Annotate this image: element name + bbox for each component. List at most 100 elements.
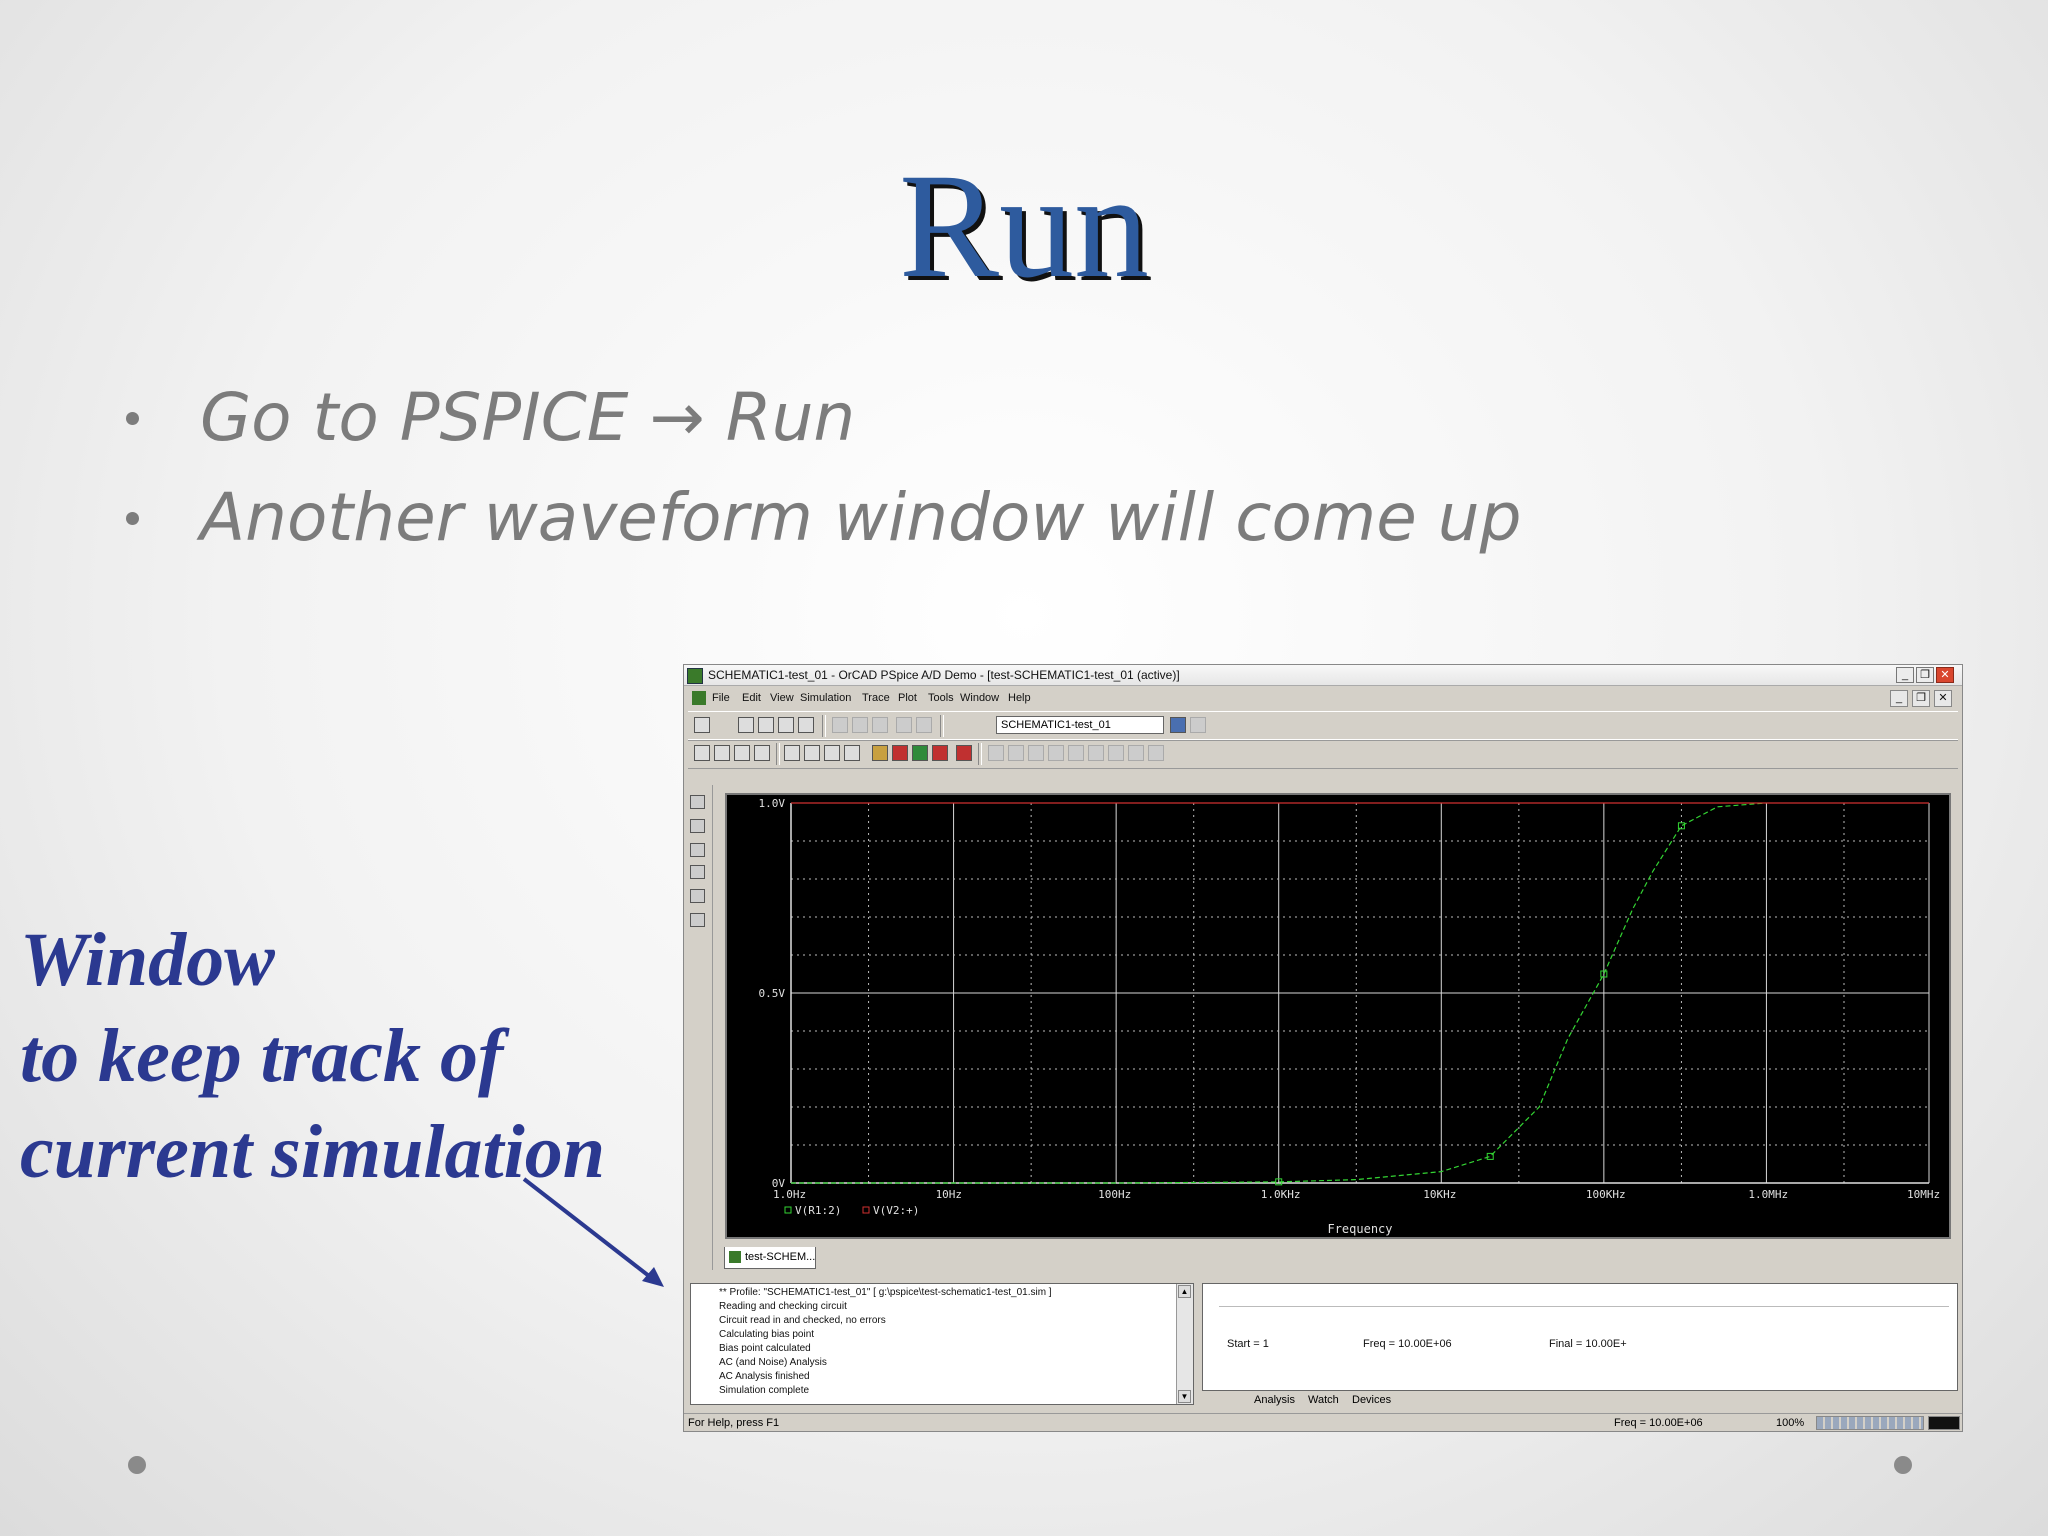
status-help: For Help, press F1 (688, 1417, 780, 1429)
pspice-app-icon (687, 668, 703, 684)
output-window: ** Profile: "SCHEMATIC1-test_01" [ g:\ps… (690, 1283, 1194, 1405)
sim-freq: Freq = 10.00E+06 (1363, 1338, 1452, 1350)
menu-edit[interactable]: Edit (742, 686, 761, 710)
legend-entry: V(V2:+) (873, 1204, 919, 1217)
callout-line: to keep track of (20, 1014, 504, 1098)
callout-line: Window (20, 918, 275, 1002)
scroll-down-icon[interactable]: ▼ (1178, 1390, 1191, 1403)
log-x-axis-icon[interactable] (784, 745, 800, 761)
menu-help[interactable]: Help (1008, 686, 1031, 710)
sidebar-tool-icon[interactable] (690, 819, 705, 833)
plot-label-icon[interactable] (932, 745, 948, 761)
zoom-in-icon[interactable] (694, 745, 710, 761)
doc-restore-button[interactable]: ❐ (1912, 690, 1930, 707)
zoom-fit-icon[interactable] (754, 745, 770, 761)
sidebar-tool-icon[interactable] (690, 913, 705, 927)
y-tick-label: 0V (772, 1177, 786, 1190)
slide-corner-dot-icon (1894, 1456, 1912, 1474)
schematic-tab-icon (729, 1251, 741, 1263)
menu-view[interactable]: View (770, 686, 794, 710)
x-tick-label: 1.0MHz (1748, 1188, 1788, 1201)
cursor-search-icon[interactable] (1108, 745, 1124, 761)
copy-icon[interactable] (852, 717, 868, 733)
scroll-up-icon[interactable]: ▲ (1178, 1285, 1191, 1298)
run-icon[interactable] (1170, 717, 1186, 733)
toggle-cursor-icon[interactable] (892, 745, 908, 761)
waveform-plot[interactable]: 1.0Hz 10Hz 100Hz 1.0KHz 10KHz 100KHz 1.0MHz 10M… (725, 793, 1951, 1239)
window-titlebar: SCHEMATIC1-test_01 - OrCAD PSpice A/D De… (684, 665, 1962, 686)
sidebar-tool-icon[interactable] (690, 889, 705, 903)
zoom-out-icon[interactable] (714, 745, 730, 761)
menu-tools[interactable]: Tools (928, 686, 954, 710)
sidebar-tool-icon[interactable] (690, 865, 705, 879)
sim-status-header (1219, 1292, 1949, 1307)
minimize-button[interactable]: _ (1896, 667, 1914, 683)
eval-measurement-icon[interactable] (872, 745, 888, 761)
restore-button[interactable]: ❐ (1916, 667, 1934, 683)
status-percent: 100% (1776, 1417, 1805, 1429)
doc-minimize-button[interactable]: _ (1890, 690, 1908, 707)
menu-file[interactable]: File (712, 686, 730, 710)
x-tick-label: 10MHz (1907, 1188, 1940, 1201)
left-toolbar (684, 785, 713, 1270)
sidebar-tool-icon[interactable] (690, 795, 705, 809)
profile-select[interactable]: SCHEMATIC1-test_01 (996, 716, 1164, 734)
waveform-status-icon (1928, 1416, 1960, 1430)
bullet-list: Go to PSPICE → Run Another waveform wind… (120, 368, 1522, 568)
x-axis-label: Frequency (1327, 1222, 1392, 1236)
pause-icon[interactable] (1190, 717, 1206, 733)
cursor-max-icon[interactable] (1068, 745, 1084, 761)
toolbar-plot (688, 739, 1958, 769)
slide-title: Run (898, 143, 1150, 309)
tab-analysis[interactable]: Analysis (1254, 1391, 1295, 1409)
callout-line: current simulation (20, 1110, 605, 1194)
paste-icon[interactable] (872, 717, 888, 733)
output-line: Bias point calculated (719, 1343, 811, 1354)
cursor-trough-icon[interactable] (1008, 745, 1024, 761)
save-icon[interactable] (778, 717, 794, 733)
undo-icon[interactable] (896, 717, 912, 733)
cut-icon[interactable] (832, 717, 848, 733)
mark-label-icon[interactable] (956, 745, 972, 761)
menu-trace[interactable]: Trace (862, 686, 890, 710)
close-button[interactable]: ✕ (1936, 667, 1954, 683)
x-tick-label: 1.0KHz (1261, 1188, 1301, 1201)
x-tick-label: 100Hz (1098, 1188, 1131, 1201)
output-line: Calculating bias point (719, 1329, 815, 1340)
new-icon[interactable] (694, 717, 710, 733)
redo-icon[interactable] (916, 717, 932, 733)
y-tick-label: 0.5V (759, 987, 786, 1000)
tab-test-schematic[interactable]: test-SCHEM... (724, 1247, 816, 1269)
status-freq: Freq = 10.00E+06 (1614, 1417, 1703, 1429)
tab-watch[interactable]: Watch (1308, 1391, 1339, 1409)
zoom-area-icon[interactable] (734, 745, 750, 761)
menu-simulation[interactable]: Simulation (800, 686, 851, 710)
open-icon[interactable] (738, 717, 754, 733)
output-line: AC (and Noise) Analysis (719, 1357, 827, 1368)
sidebar-tool-icon[interactable] (690, 843, 705, 857)
tab-label: test-SCHEM... (745, 1251, 816, 1263)
output-scrollbar[interactable]: ▲ ▼ (1176, 1284, 1193, 1404)
document-menu-icon[interactable] (692, 691, 706, 705)
previous-transition-icon[interactable] (1148, 745, 1164, 761)
output-line: ** Profile: "SCHEMATIC1-test_01" [ g:\ps… (719, 1287, 1052, 1298)
menu-window[interactable]: Window (960, 686, 999, 710)
add-trace-icon[interactable] (844, 745, 860, 761)
menu-plot[interactable]: Plot (898, 686, 917, 710)
bullet-dot-icon (126, 512, 139, 525)
mark-data-points-icon[interactable] (912, 745, 928, 761)
sim-final: Final = 10.00E+ (1549, 1338, 1627, 1350)
tab-devices[interactable]: Devices (1352, 1391, 1391, 1409)
next-transition-icon[interactable] (1128, 745, 1144, 761)
doc-close-button[interactable]: ✕ (1934, 690, 1952, 707)
cursor-slope-icon[interactable] (1028, 745, 1044, 761)
fourier-icon[interactable] (804, 745, 820, 761)
bullet-dot-icon (126, 412, 139, 425)
cursor-min-icon[interactable] (1048, 745, 1064, 761)
cursor-point-icon[interactable] (1088, 745, 1104, 761)
cursor-peak-icon[interactable] (988, 745, 1004, 761)
open-simulation-icon[interactable] (758, 717, 774, 733)
print-icon[interactable] (798, 717, 814, 733)
performance-analysis-icon[interactable] (824, 745, 840, 761)
legend-entry: V(R1:2) (795, 1204, 841, 1217)
